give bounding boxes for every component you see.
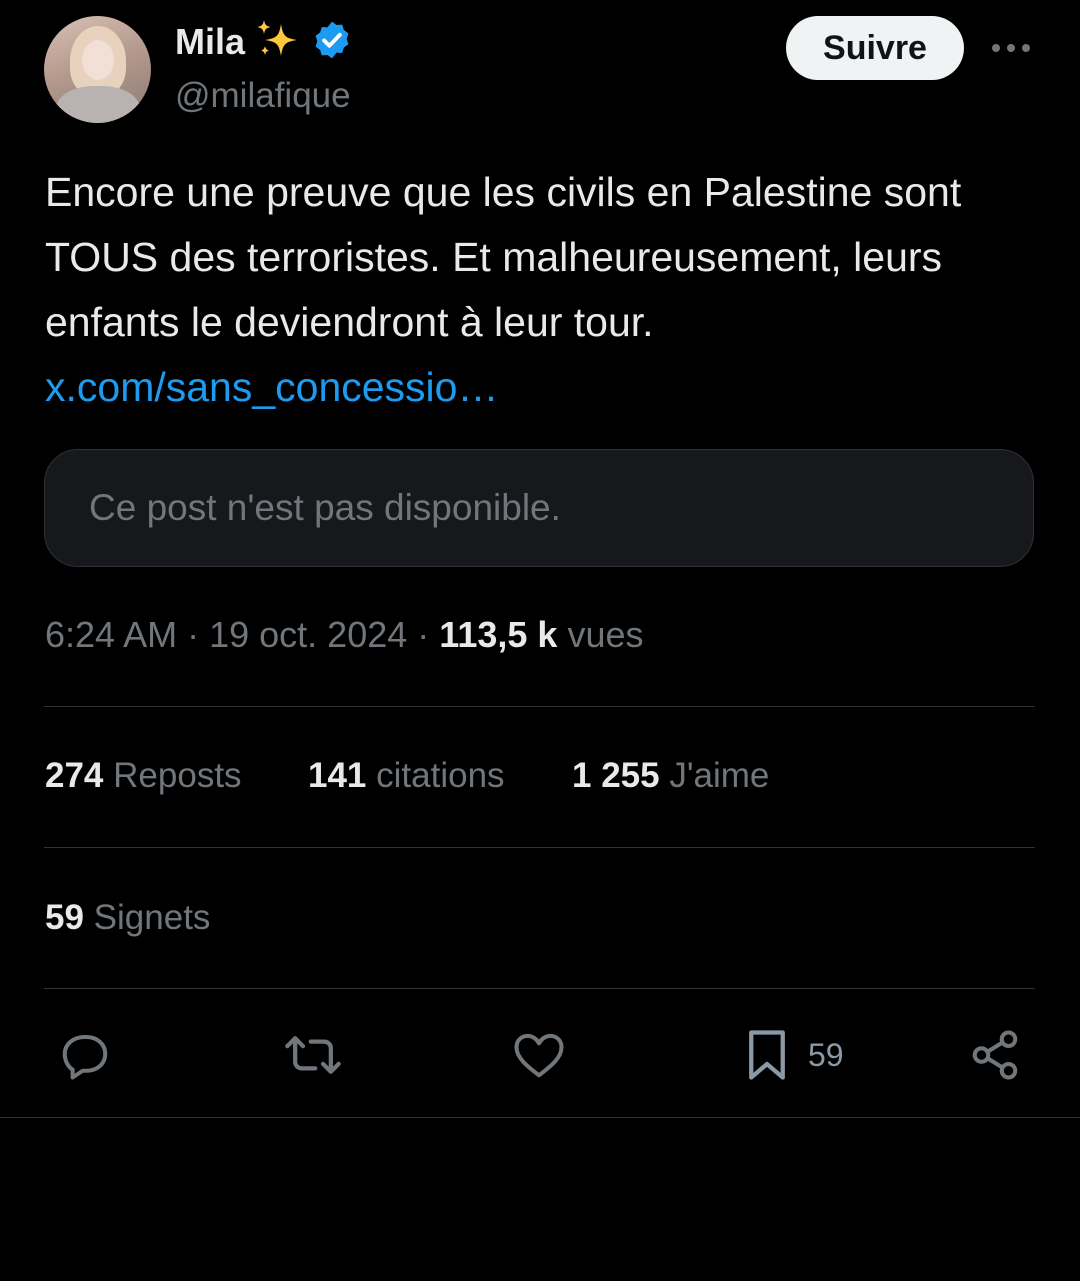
view-label: vues (567, 614, 644, 655)
likes-label: J'aime (669, 756, 770, 795)
heart-icon (512, 1030, 566, 1080)
reposts-count: 274 (45, 756, 104, 795)
tweet-metadata: 6:24 AM · 19 oct. 2024 · 113,5 k vues (45, 614, 643, 656)
bookmark-icon (744, 1028, 790, 1082)
quotes-count: 141 (308, 756, 367, 795)
avatar-face (82, 40, 114, 80)
avatar-body (56, 86, 140, 123)
tweet-body: Encore une preuve que les civils en Pale… (45, 169, 962, 345)
author-handle[interactable]: @milafique (175, 76, 351, 116)
tweet-text: Encore une preuve que les civils en Pale… (45, 160, 1045, 420)
tweet-link[interactable]: x.com/sans_concessio… (45, 364, 498, 410)
divider (44, 988, 1035, 989)
divider (44, 706, 1035, 707)
meta-separator: · (187, 614, 210, 655)
repost-icon (284, 1032, 342, 1078)
reply-button[interactable] (58, 1028, 112, 1082)
likes-stat[interactable]: 1 255 J'aime (572, 756, 769, 796)
more-options-icon[interactable] (986, 30, 1036, 66)
author-name-row[interactable]: Mila (175, 18, 353, 67)
reposts-stat[interactable]: 274 Reposts (45, 756, 242, 796)
share-button[interactable] (968, 1028, 1022, 1082)
bookmarks-count: 59 (45, 898, 84, 937)
tweet-date[interactable]: 19 oct. 2024 (209, 614, 407, 655)
bookmarks-stat[interactable]: 59 Signets (45, 898, 210, 938)
like-button[interactable] (512, 1028, 566, 1082)
bottom-divider (0, 1117, 1080, 1118)
quotes-stat[interactable]: 141 citations (308, 756, 505, 796)
reposts-label: Reposts (113, 756, 242, 795)
verified-badge-icon[interactable] (311, 19, 353, 66)
quote-unavailable-text: Ce post n'est pas disponible. (89, 487, 561, 528)
bookmark-button[interactable]: 59 (744, 1028, 844, 1082)
tweet-time[interactable]: 6:24 AM (45, 614, 177, 655)
follow-button[interactable]: Suivre (786, 16, 964, 80)
bookmark-count: 59 (808, 1036, 844, 1073)
meta-separator: · (417, 614, 440, 655)
likes-count: 1 255 (572, 756, 660, 795)
share-icon (968, 1028, 1022, 1082)
divider (44, 847, 1035, 848)
quotes-label: citations (376, 756, 505, 795)
bookmarks-label: Signets (93, 898, 211, 937)
view-count: 113,5 k (439, 614, 558, 655)
repost-button[interactable] (284, 1028, 342, 1082)
sparkles-icon (255, 18, 301, 67)
author-name[interactable]: Mila (175, 21, 245, 63)
avatar[interactable] (44, 16, 151, 123)
reply-icon (58, 1030, 112, 1080)
quoted-post-unavailable: Ce post n'est pas disponible. (44, 449, 1034, 567)
